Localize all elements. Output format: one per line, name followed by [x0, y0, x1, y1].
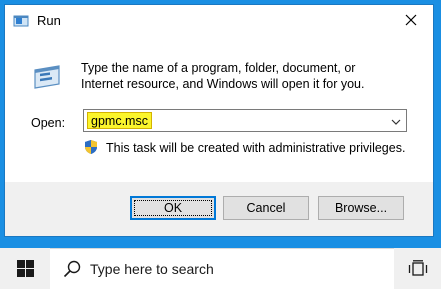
taskbar-search-box[interactable]: Type here to search: [50, 248, 394, 289]
ok-button[interactable]: OK: [130, 196, 216, 220]
run-dialog: Run Type the name of a program, folder, …: [4, 4, 434, 237]
search-icon: [63, 260, 81, 278]
windows-logo-icon: [16, 260, 34, 277]
browse-button-label: Browse...: [334, 201, 388, 215]
task-view-button[interactable]: [394, 248, 441, 289]
browse-button[interactable]: Browse...: [318, 196, 404, 220]
start-button[interactable]: [0, 248, 50, 289]
dialog-content: Type the name of a program, folder, docu…: [5, 37, 433, 182]
uac-shield-icon: [83, 139, 99, 155]
run-app-icon: [13, 13, 29, 29]
open-combobox[interactable]: gpmc.msc: [83, 109, 407, 132]
run-program-icon: [31, 60, 63, 92]
focus-ring: [134, 200, 212, 216]
close-icon: [405, 14, 416, 26]
taskbar: Type here to search: [0, 248, 441, 289]
title-bar[interactable]: Run: [5, 5, 433, 37]
dialog-title: Run: [37, 13, 61, 28]
cancel-button-label: Cancel: [246, 201, 286, 215]
open-label: Open:: [31, 116, 66, 130]
search-placeholder: Type here to search: [90, 261, 214, 277]
desktop: Run Type the name of a program, folder, …: [0, 0, 441, 289]
run-description: Type the name of a program, folder, docu…: [81, 61, 365, 91]
open-input-value[interactable]: gpmc.msc: [87, 112, 152, 129]
task-view-icon: [408, 259, 427, 276]
dialog-footer: OK Cancel Browse...: [5, 182, 433, 236]
close-button[interactable]: [388, 5, 433, 35]
cancel-button[interactable]: Cancel: [223, 196, 309, 220]
dropdown-chevron-icon[interactable]: [390, 115, 402, 127]
admin-privileges-note: This task will be created with administr…: [106, 141, 406, 155]
